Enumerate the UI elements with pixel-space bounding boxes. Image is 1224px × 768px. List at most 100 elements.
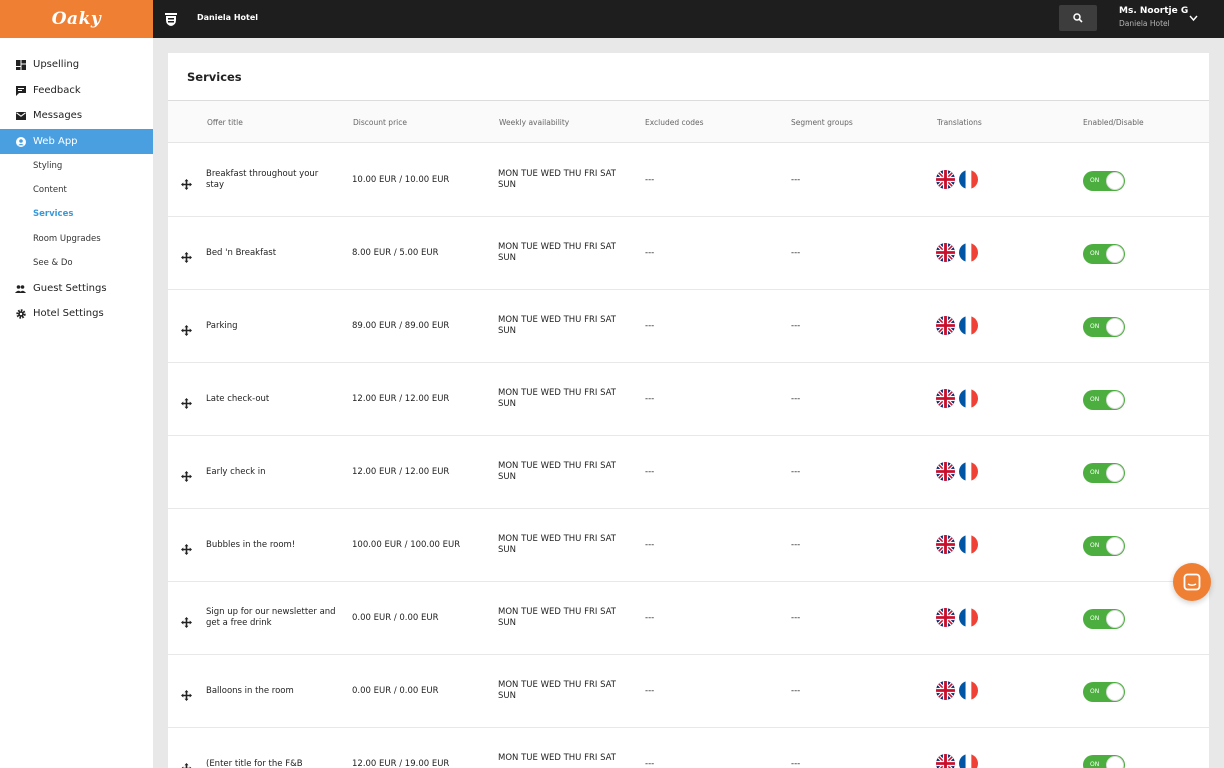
toggle-knob — [1106, 245, 1124, 263]
enabled-toggle[interactable]: ON — [1083, 244, 1125, 264]
user-name[interactable]: Ms. Noortje G — [1119, 6, 1188, 16]
france-flag-icon[interactable] — [959, 754, 978, 768]
france-flag-icon[interactable] — [959, 316, 978, 335]
sidebar-item-hotel-settings[interactable]: Hotel Settings — [0, 301, 153, 326]
excluded-codes: --- — [645, 540, 655, 550]
uk-flag-icon[interactable] — [936, 535, 955, 554]
toggle-label: ON — [1090, 688, 1100, 695]
column-header-offer-title[interactable]: Offer title — [207, 118, 243, 127]
table-row[interactable]: Bed 'n Breakfast 8.00 EUR / 5.00 EUR MON T… — [168, 217, 1209, 290]
sidebar-subitem-services[interactable]: Services — [33, 209, 73, 219]
sidebar-item-messages[interactable]: Messages — [0, 103, 153, 128]
sidebar-item-web-app[interactable]: Web App — [0, 129, 153, 154]
france-flag-icon[interactable] — [959, 608, 978, 627]
sidebar-subitem-styling[interactable]: Styling — [33, 161, 62, 171]
france-flag-icon[interactable] — [959, 681, 978, 700]
toggle-label: ON — [1090, 396, 1100, 403]
hotel-name[interactable]: Daniela Hotel — [197, 13, 258, 22]
drag-handle-icon[interactable] — [181, 321, 192, 336]
translation-flags — [936, 462, 978, 481]
france-flag-icon[interactable] — [959, 462, 978, 481]
toggle-knob — [1106, 756, 1124, 768]
segment-groups: --- — [791, 321, 801, 331]
table-row[interactable]: Late check-out 12.00 EUR / 12.00 EUR MON T… — [168, 363, 1209, 436]
uk-flag-icon[interactable] — [936, 243, 955, 262]
sidebar-subitem-room-upgrades[interactable]: Room Upgrades — [33, 234, 101, 244]
drag-handle-icon[interactable] — [181, 394, 192, 409]
offer-title: Balloons in the room — [206, 686, 294, 696]
uk-flag-icon[interactable] — [936, 316, 955, 335]
drag-handle-icon[interactable] — [181, 467, 192, 482]
enabled-toggle[interactable]: ON — [1083, 755, 1125, 768]
logo[interactable]: Oaky — [0, 0, 153, 38]
france-flag-icon[interactable] — [959, 243, 978, 262]
column-header-enabled-disable[interactable]: Enabled/Disable — [1083, 118, 1144, 127]
toggle-label: ON — [1090, 177, 1100, 184]
weekly-availability: MON TUE WED THU FRI SAT SUN — [498, 680, 617, 701]
sidebar-subitem-content[interactable]: Content — [33, 185, 67, 195]
user-circle-icon — [15, 136, 26, 147]
table-row[interactable]: Sign up for our newsletter and get a fre… — [168, 582, 1209, 655]
uk-flag-icon[interactable] — [936, 462, 955, 481]
excluded-codes: --- — [645, 175, 655, 185]
enabled-toggle[interactable]: ON — [1083, 536, 1125, 556]
offer-title: Breakfast throughout your stay — [206, 169, 319, 190]
drag-handle-icon[interactable] — [181, 759, 192, 768]
column-header-excluded-codes[interactable]: Excluded codes — [645, 118, 704, 127]
column-header-segment-groups[interactable]: Segment groups — [791, 118, 853, 127]
excluded-codes: --- — [645, 394, 655, 404]
column-header-translations[interactable]: Translations — [937, 118, 982, 127]
france-flag-icon[interactable] — [959, 170, 978, 189]
column-header-discount-price[interactable]: Discount price — [353, 118, 407, 127]
table-row[interactable]: Parking 89.00 EUR / 89.00 EUR MON TUE WED … — [168, 290, 1209, 363]
enabled-toggle[interactable]: ON — [1083, 609, 1125, 629]
dashboard-icon — [15, 59, 26, 70]
toggle-knob — [1106, 464, 1124, 482]
sidebar-item-label: Guest Settings — [33, 283, 107, 294]
chevron-down-icon[interactable] — [1188, 13, 1199, 23]
toggle-knob — [1106, 391, 1124, 409]
uk-flag-icon[interactable] — [936, 681, 955, 700]
enabled-toggle[interactable]: ON — [1083, 463, 1125, 483]
weekly-availability: MON TUE WED THU FRI SAT SUN — [498, 315, 617, 336]
enabled-toggle[interactable]: ON — [1083, 171, 1125, 191]
enabled-toggle[interactable]: ON — [1083, 390, 1125, 410]
discount-price: 100.00 EUR / 100.00 EUR — [352, 540, 461, 550]
search-button[interactable] — [1059, 5, 1097, 31]
table-row[interactable]: (Enter title for the F&B 12.00 EUR / 19.0… — [168, 728, 1209, 768]
envelope-icon — [15, 110, 26, 121]
sidebar-subitem-see-and-do[interactable]: See & Do — [33, 258, 73, 268]
uk-flag-icon[interactable] — [936, 170, 955, 189]
sidebar-item-feedback[interactable]: Feedback — [0, 78, 153, 103]
drag-handle-icon[interactable] — [181, 686, 192, 701]
weekly-availability: MON TUE WED THU FRI SAT SUN — [498, 534, 617, 555]
toggle-label: ON — [1090, 469, 1100, 476]
sidebar-item-label: Messages — [33, 110, 83, 121]
uk-flag-icon[interactable] — [936, 754, 955, 768]
user-hotel: Daniela Hotel — [1119, 19, 1170, 28]
sidebar-item-guest-settings[interactable]: Guest Settings — [0, 276, 153, 301]
segment-groups: --- — [791, 540, 801, 550]
table-row[interactable]: Bubbles in the room! 100.00 EUR / 100.00 … — [168, 509, 1209, 582]
france-flag-icon[interactable] — [959, 389, 978, 408]
drag-handle-icon[interactable] — [181, 540, 192, 555]
sidebar-item-label: Upselling — [33, 59, 80, 70]
table-row[interactable]: Balloons in the room 0.00 EUR / 0.00 EUR M… — [168, 655, 1209, 728]
drag-handle-icon[interactable] — [181, 175, 192, 190]
sidebar-item-upselling[interactable]: Upselling — [0, 52, 153, 77]
column-header-weekly-availability[interactable]: Weekly availability — [499, 118, 569, 127]
chat-launcher-button[interactable] — [1173, 563, 1211, 601]
france-flag-icon[interactable] — [959, 535, 978, 554]
uk-flag-icon[interactable] — [936, 389, 955, 408]
weekly-availability: MON TUE WED THU FRI SAT SUN — [498, 461, 617, 482]
drag-handle-icon[interactable] — [181, 613, 192, 628]
toggle-label: ON — [1090, 250, 1100, 257]
uk-flag-icon[interactable] — [936, 608, 955, 627]
table-row[interactable]: Early check in 12.00 EUR / 12.00 EUR MON T… — [168, 436, 1209, 509]
sidebar-item-label: Web App — [33, 136, 78, 147]
enabled-toggle[interactable]: ON — [1083, 682, 1125, 702]
enabled-toggle[interactable]: ON — [1083, 317, 1125, 337]
drag-handle-icon[interactable] — [181, 248, 192, 263]
table-row[interactable]: Breakfast throughout your stay 10.00 EUR … — [168, 144, 1209, 217]
offer-title: Parking — [206, 321, 238, 331]
